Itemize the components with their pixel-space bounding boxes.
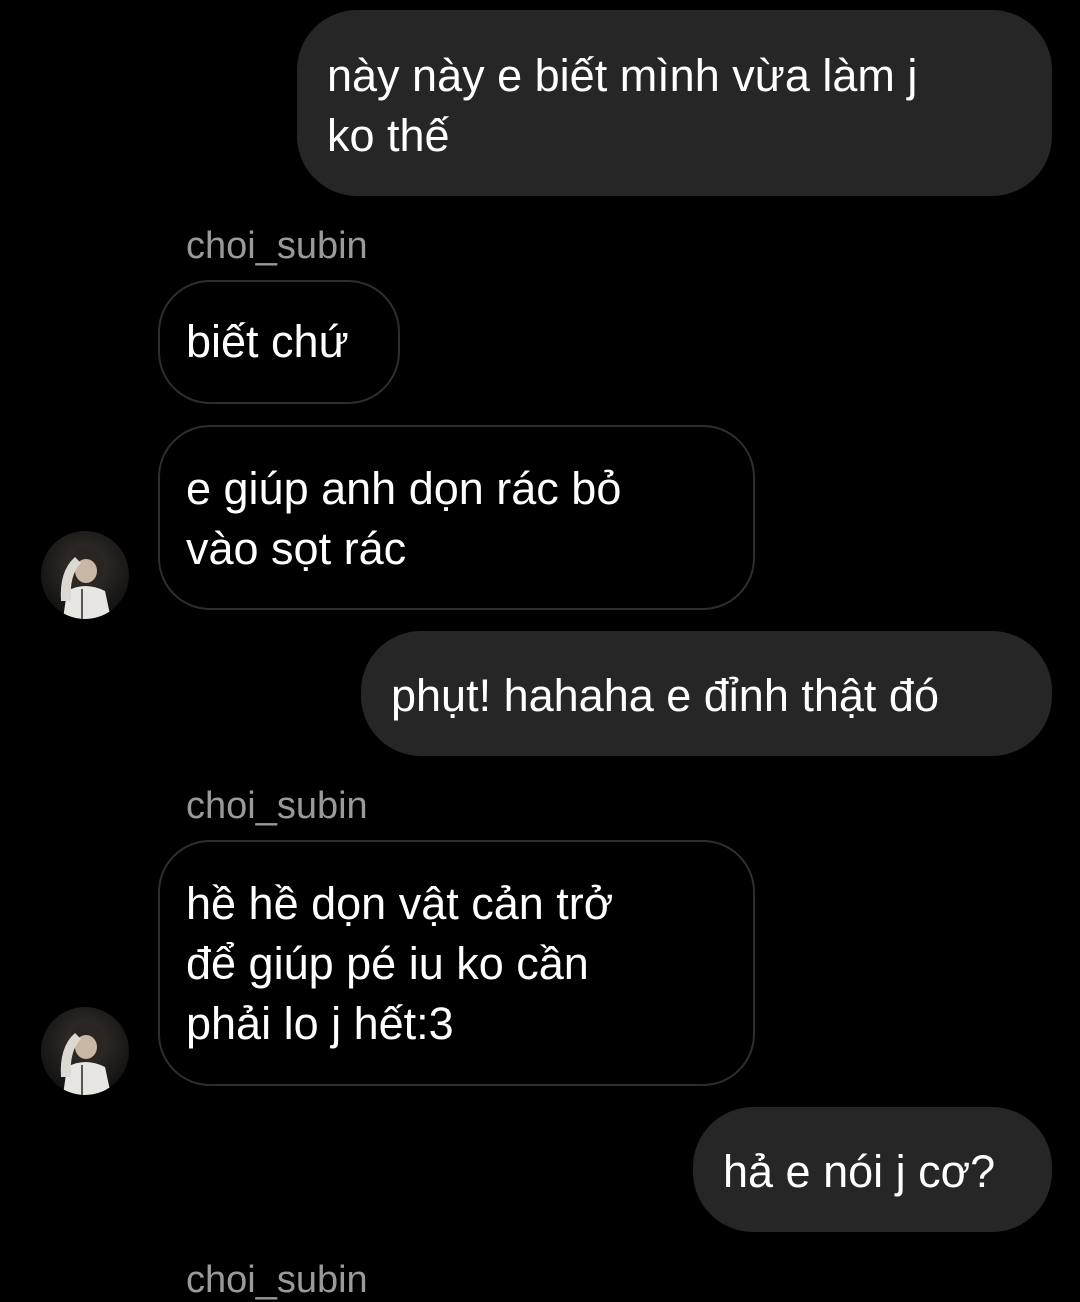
incoming-message-bubble[interactable]: e giúp anh dọn rác bỏ vào sọt rác [158, 425, 755, 610]
profile-avatar[interactable] [41, 531, 129, 619]
sender-name: choi_subin [186, 225, 368, 267]
outgoing-message-bubble[interactable]: phụt! hahaha e đỉnh thật đó [361, 631, 1052, 756]
sender-name-partial: choi_subin [186, 1259, 368, 1301]
incoming-message-bubble[interactable]: hề hề dọn vật cản trở để giúp pé iu ko c… [158, 840, 755, 1086]
sender-name: choi_subin [186, 785, 368, 827]
avatar-photo-icon [41, 531, 129, 619]
profile-avatar[interactable] [41, 1007, 129, 1095]
incoming-message-bubble[interactable]: biết chứ [158, 280, 400, 404]
outgoing-message-bubble[interactable]: này này e biết mình vừa làm j ko thế [297, 10, 1052, 196]
avatar-photo-icon [41, 1007, 129, 1095]
outgoing-message-bubble[interactable]: hả e nói j cơ? [693, 1107, 1052, 1232]
